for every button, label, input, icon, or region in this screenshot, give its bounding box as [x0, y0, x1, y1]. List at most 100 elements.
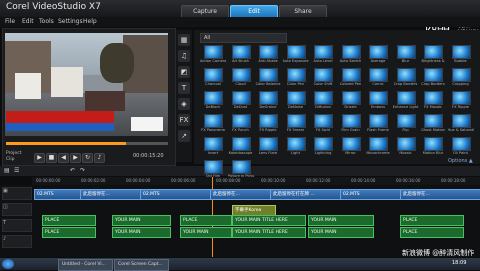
- effect-thumbnail[interactable]: [314, 91, 333, 105]
- text-clip[interactable]: PLACE: [42, 215, 96, 226]
- video-clip[interactable]: 此后留停在…: [210, 189, 272, 200]
- effect-thumbnail[interactable]: [341, 45, 361, 59]
- effect-thumbnail[interactable]: [259, 137, 278, 151]
- loop-icon[interactable]: ↻: [82, 153, 93, 163]
- path-icon[interactable]: ↗: [178, 130, 190, 142]
- storyboard-view-icon[interactable]: ▤: [4, 167, 10, 174]
- menu-tools[interactable]: Tools: [39, 18, 54, 25]
- title-icon[interactable]: T: [178, 82, 190, 94]
- effect-thumbnail[interactable]: [204, 160, 223, 174]
- effect-thumbnail[interactable]: [314, 114, 333, 128]
- effect-thumbnail[interactable]: [424, 45, 443, 59]
- prev-frame-icon[interactable]: ◀: [58, 153, 69, 163]
- text-clip[interactable]: YOUR MAIN: [112, 227, 171, 238]
- effect-thumbnail[interactable]: [369, 137, 388, 151]
- effect-thumbnail[interactable]: [259, 68, 278, 82]
- project-mode-label[interactable]: Project: [6, 151, 21, 156]
- effect-thumbnail[interactable]: [204, 91, 223, 105]
- overlay-track-header[interactable]: ◫: [2, 203, 32, 216]
- timeline-view-icon[interactable]: ☰: [14, 167, 19, 174]
- text-clip[interactable]: YOUR MAIN TITLE HERE: [232, 227, 306, 238]
- voice-track-header[interactable]: ♪: [2, 235, 32, 248]
- filter-icon[interactable]: FX: [178, 114, 190, 126]
- library-folder-select[interactable]: All: [200, 33, 287, 43]
- effect-thumbnail[interactable]: [231, 137, 251, 151]
- effect-thumbnail[interactable]: [314, 45, 333, 59]
- effect-thumbnail[interactable]: [451, 114, 471, 128]
- effect-thumbnail[interactable]: [341, 91, 361, 105]
- transition-icon[interactable]: ◩: [178, 66, 190, 78]
- video-clip[interactable]: 此后留停在…: [80, 189, 142, 200]
- video-clip[interactable]: 此后留停在…: [400, 189, 480, 200]
- task-videostudio[interactable]: Untitled - Corel Vi...: [58, 259, 113, 271]
- effect-thumbnail[interactable]: [451, 45, 471, 59]
- next-frame-icon[interactable]: ▶: [70, 153, 81, 163]
- effect-thumbnail[interactable]: [451, 68, 471, 82]
- start-button[interactable]: [2, 259, 14, 269]
- text-clip[interactable]: YOUR MAIN: [308, 227, 374, 238]
- effect-thumbnail[interactable]: [286, 91, 306, 105]
- undo-icon[interactable]: ↶: [70, 167, 75, 174]
- effect-thumbnail[interactable]: [231, 45, 251, 59]
- video-clip[interactable]: 02.MTS: [34, 189, 82, 200]
- effect-thumbnail[interactable]: [204, 114, 223, 128]
- effect-thumbnail[interactable]: [341, 114, 361, 128]
- effect-thumbnail[interactable]: [314, 68, 333, 82]
- effect-thumbnail[interactable]: [369, 68, 388, 82]
- stop-button[interactable]: ■: [46, 153, 57, 163]
- video-clip[interactable]: 02.MTS: [140, 189, 212, 200]
- graphic-icon[interactable]: ◈: [178, 98, 190, 110]
- effect-thumbnail[interactable]: [259, 45, 278, 59]
- effect-thumbnail[interactable]: [424, 68, 443, 82]
- menu-settings[interactable]: Settings: [58, 18, 83, 25]
- menu-file[interactable]: File: [5, 18, 15, 25]
- text-clip[interactable]: PLACE: [42, 227, 96, 238]
- text-clip[interactable]: YOUR MAIN: [180, 227, 232, 238]
- video-clip[interactable]: 02.MTS: [340, 189, 402, 200]
- effect-thumbnail[interactable]: [341, 137, 361, 151]
- effect-thumbnail[interactable]: [286, 137, 306, 151]
- effect-thumbnail[interactable]: [424, 91, 443, 105]
- timeline-ruler[interactable]: 00:00:00:00 00:00:02:00 00:00:04:00 00:00:0…: [32, 177, 480, 185]
- effect-thumbnail[interactable]: [451, 91, 471, 105]
- volume-icon[interactable]: ♪: [94, 153, 105, 163]
- effect-thumbnail[interactable]: [369, 91, 388, 105]
- text-clip[interactable]: PLACE: [180, 215, 232, 226]
- effect-thumbnail[interactable]: [204, 68, 223, 82]
- effect-thumbnail[interactable]: [259, 91, 278, 105]
- effect-thumbnail[interactable]: [369, 45, 388, 59]
- text-clip[interactable]: YOUR MAIN TITLE HERE: [232, 215, 306, 226]
- effect-thumbnail[interactable]: [231, 160, 251, 174]
- effect-thumbnail[interactable]: [396, 137, 416, 151]
- options-toggle[interactable]: Options ▲: [448, 158, 473, 164]
- text-clip[interactable]: YOUR MAIN: [308, 215, 374, 226]
- effect-thumbnail[interactable]: [204, 45, 223, 59]
- instant-project-icon[interactable]: ♫: [178, 50, 190, 62]
- video-track-header[interactable]: ▣: [2, 187, 32, 200]
- effect-thumbnail[interactable]: [204, 137, 223, 151]
- title-track-header[interactable]: T: [2, 219, 32, 232]
- effect-thumbnail[interactable]: [396, 45, 416, 59]
- redo-icon[interactable]: ↷: [80, 167, 85, 174]
- effect-thumbnail[interactable]: [424, 114, 443, 128]
- effect-thumbnail[interactable]: [286, 45, 306, 59]
- effect-thumbnail[interactable]: [231, 114, 251, 128]
- task-screen-capture[interactable]: Corel Screen Capt...: [114, 259, 169, 271]
- effect-thumbnail[interactable]: [396, 114, 416, 128]
- effect-thumbnail[interactable]: [259, 114, 278, 128]
- effect-thumbnail[interactable]: [451, 137, 471, 151]
- effect-thumbnail[interactable]: [286, 68, 306, 82]
- effect-thumbnail[interactable]: [314, 137, 333, 151]
- effect-thumbnail[interactable]: [286, 114, 306, 128]
- effect-thumbnail[interactable]: [231, 68, 251, 82]
- effect-thumbnail[interactable]: [396, 68, 416, 82]
- effect-thumbnail[interactable]: [231, 91, 251, 105]
- video-clip[interactable]: 此后留停在打在牌 …: [270, 189, 342, 200]
- clip-mode-label[interactable]: Clip: [6, 157, 15, 162]
- menu-edit[interactable]: Edit: [22, 18, 34, 25]
- menu-help[interactable]: Help: [83, 18, 97, 25]
- play-button[interactable]: ▶: [34, 153, 45, 163]
- media-icon[interactable]: ▦: [178, 34, 190, 46]
- effect-thumbnail[interactable]: [341, 68, 361, 82]
- text-clip[interactable]: PLACE: [400, 227, 464, 238]
